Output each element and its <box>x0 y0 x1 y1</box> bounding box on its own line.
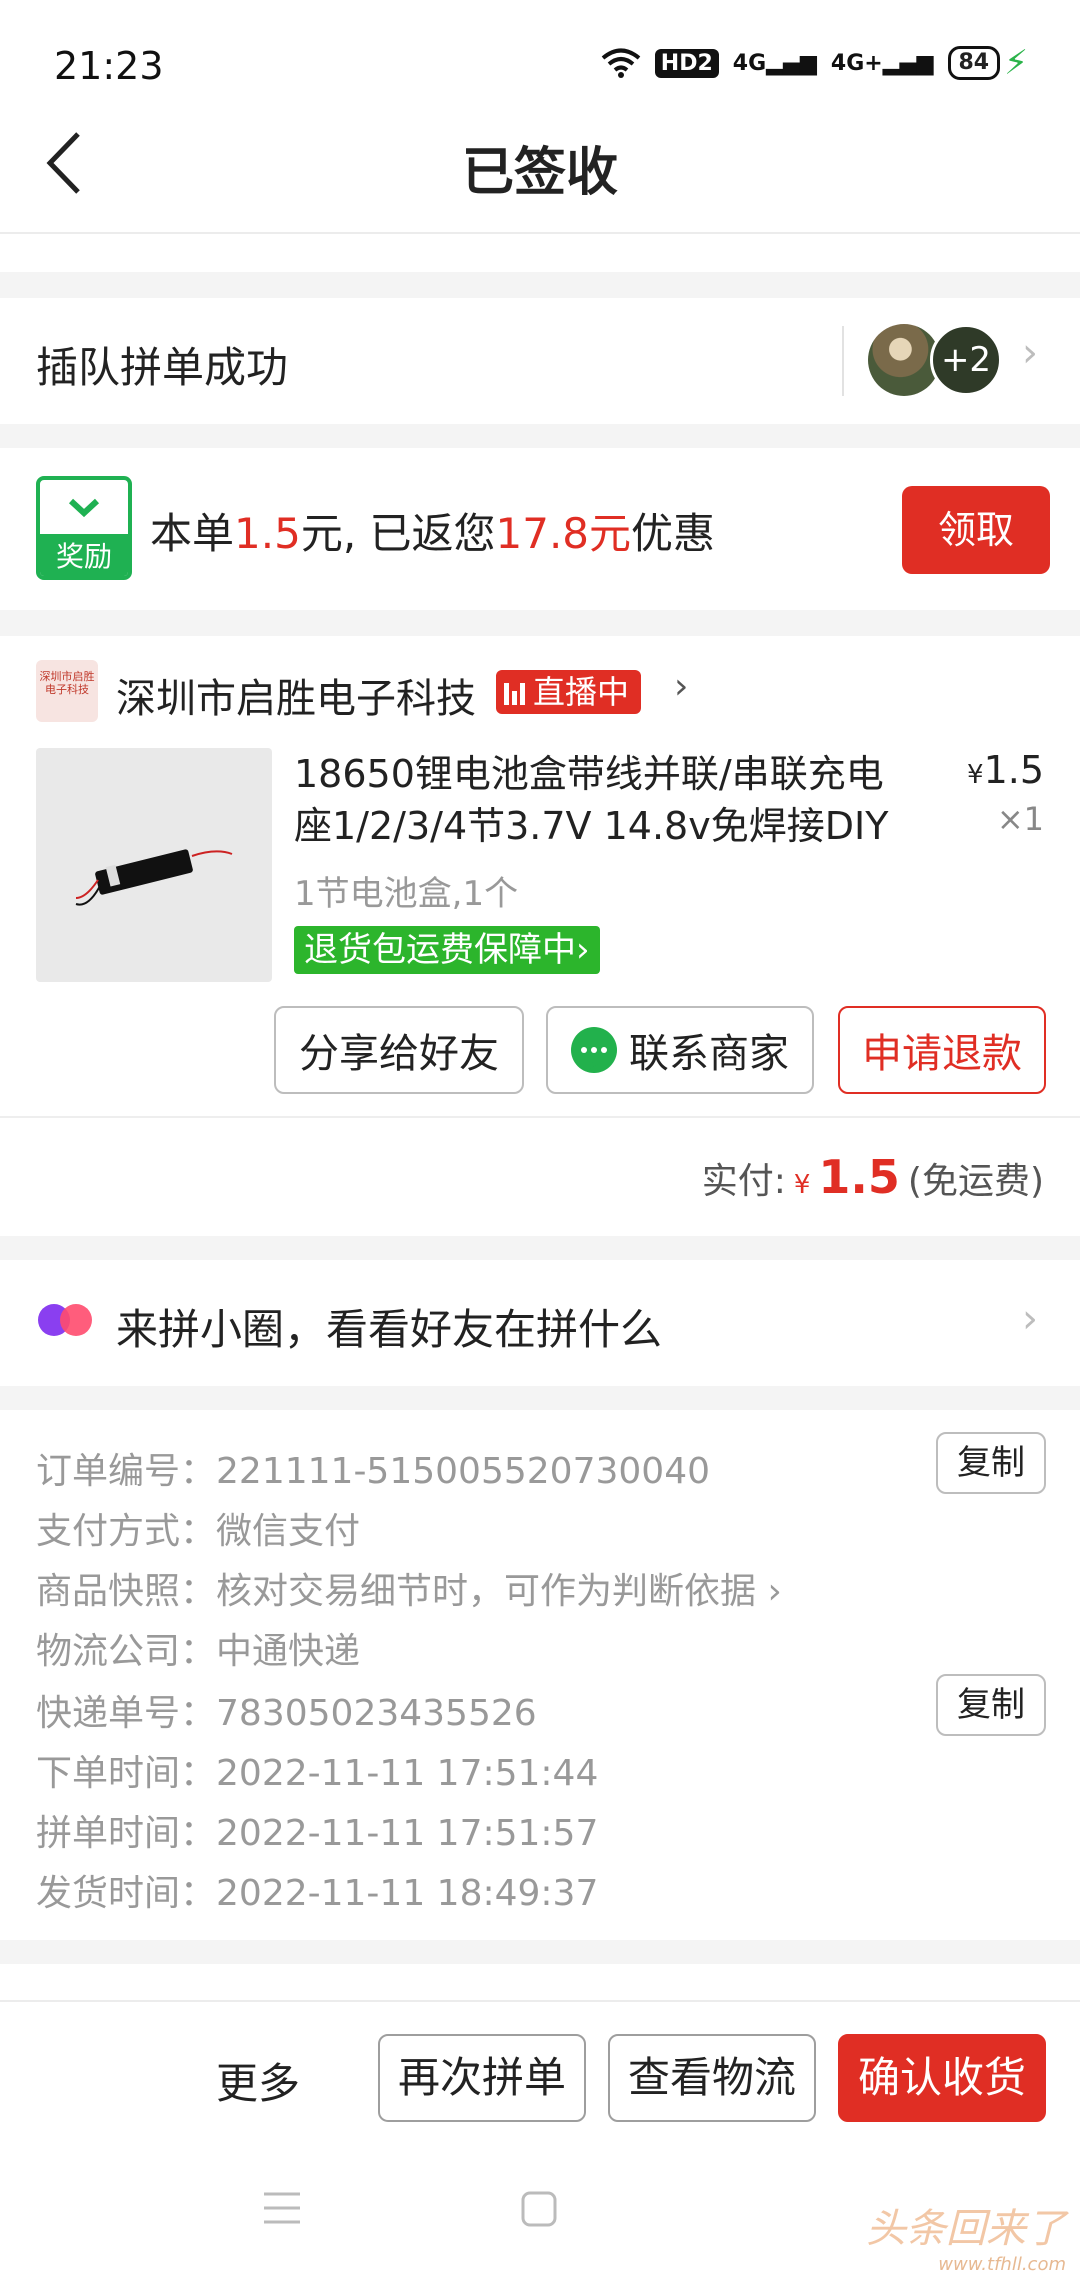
view-logistics-button[interactable]: 查看物流 <box>608 2034 816 2122</box>
status-icons: HD2 4G▂▄▆ 4G+▂▄▆ 84 ⚡ <box>601 46 1028 80</box>
divider <box>0 2000 1080 2002</box>
home-icon[interactable] <box>520 2190 558 2228</box>
product-spec: 1节电池盒,1个 <box>294 874 519 914</box>
menu-icon[interactable] <box>262 2190 302 2226</box>
divider <box>0 1116 1080 1118</box>
group-time-row: 拼单时间：2022-11-11 17:51:57 <box>36 1813 599 1854</box>
regroup-button[interactable]: 再次拼单 <box>378 2034 586 2122</box>
reward-icon: 奖励 <box>36 476 132 580</box>
copy-order-number-button[interactable]: 复制 <box>936 1432 1046 1494</box>
claim-button[interactable]: 领取 <box>902 486 1050 574</box>
page-title: 已签收 <box>461 143 618 203</box>
return-shipping-guarantee-badge[interactable]: 退货包运费保障中› <box>294 926 600 974</box>
wifi-icon <box>601 48 641 78</box>
divider <box>0 232 1080 234</box>
payment-method-row: 支付方式：微信支付 <box>36 1511 361 1552</box>
chevron-right-icon[interactable]: › <box>674 666 688 707</box>
ship-time-row: 发货时间：2022-11-11 18:49:37 <box>36 1873 599 1914</box>
share-button[interactable]: 分享给好友 <box>274 1006 524 1094</box>
order-detail-page: 21:23 HD2 4G▂▄▆ 4G+▂▄▆ 84 ⚡ 已签收 插队拼单成功 +… <box>0 0 1080 2280</box>
snapshot-row[interactable]: 商品快照：核对交易细节时，可作为判断依据 › <box>36 1562 782 1614</box>
section-gap <box>0 1386 1080 1410</box>
product-image[interactable] <box>36 748 272 982</box>
avatar-more-count: +2 <box>930 324 1002 396</box>
contact-seller-button[interactable]: 联系商家 <box>546 1006 814 1094</box>
chevron-right-icon: › <box>1022 1296 1038 1342</box>
shop-logo[interactable]: 深圳市启胜电子科技 <box>36 660 98 722</box>
section-gap <box>0 1940 1080 1964</box>
friends-circle-icon <box>38 1304 92 1336</box>
order-time-row: 下单时间：2022-11-11 17:51:44 <box>36 1753 599 1794</box>
product-price: ¥1.5 <box>967 748 1044 792</box>
divider <box>842 326 844 396</box>
section-gap <box>0 424 1080 448</box>
group-status-title: 插队拼单成功 <box>36 343 289 392</box>
copy-tracking-number-button[interactable]: 复制 <box>936 1674 1046 1736</box>
courier-row: 物流公司：中通快递 <box>36 1631 361 1672</box>
more-button[interactable]: 更多 <box>216 2050 300 2111</box>
product-title[interactable]: 18650锂电池盒带线并联/串联充电座1/2/3/4节3.7V 14.8v免焊接… <box>294 748 914 852</box>
status-time: 21:23 <box>54 44 164 88</box>
order-number-row: 订单编号：221111-515005520730040 <box>36 1451 710 1492</box>
section-gap <box>0 610 1080 636</box>
section-gap <box>0 272 1080 298</box>
chevron-right-icon: › <box>1022 330 1038 376</box>
shop-name[interactable]: 深圳市启胜电子科技 <box>116 666 476 724</box>
signal-2-icon: 4G+▂▄▆ <box>830 50 934 76</box>
charging-icon: ⚡ <box>1004 43 1028 83</box>
reward-text: 本单1.5元, 已返您17.8元优惠 <box>150 509 716 558</box>
signal-1-icon: 4G▂▄▆ <box>732 50 817 76</box>
check-icon <box>68 498 100 518</box>
watermark: 头条回来了 www.tfhll.com <box>866 2206 1066 2275</box>
friends-circle-text: 来拼小圈，看看好友在拼什么 <box>116 1305 663 1354</box>
request-refund-button[interactable]: 申请退款 <box>838 1006 1046 1094</box>
section-gap <box>0 1236 1080 1260</box>
live-icon <box>504 679 525 705</box>
hd-voice-icon: HD2 <box>654 48 719 78</box>
battery-level: 84 <box>947 46 1001 80</box>
battery-icon: 84 ⚡ <box>947 43 1028 83</box>
tracking-number-row: 快递单号：78305023435526 <box>36 1693 537 1734</box>
chat-icon <box>571 1027 617 1073</box>
battery-holder-image <box>75 849 233 906</box>
paid-amount: 实付: ¥ 1.5 (免运费) <box>701 1150 1044 1204</box>
live-badge[interactable]: 直播中 <box>496 670 642 714</box>
confirm-receipt-button[interactable]: 确认收货 <box>838 2034 1046 2122</box>
product-quantity: ×1 <box>996 800 1044 838</box>
